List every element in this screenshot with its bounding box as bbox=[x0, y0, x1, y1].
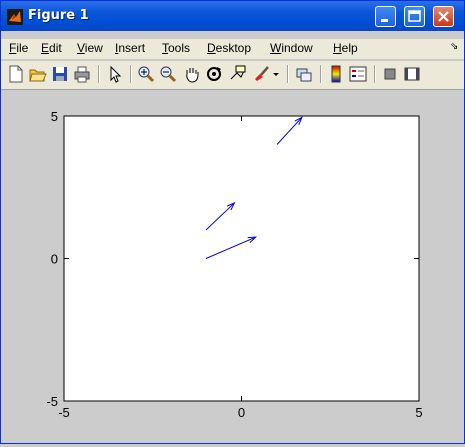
save-icon[interactable] bbox=[51, 65, 69, 83]
figure-canvas: -5 0 5 -5 0 5 bbox=[1, 91, 464, 443]
zoom-out-icon[interactable] bbox=[159, 65, 177, 83]
show-plot-tools-icon[interactable] bbox=[403, 65, 421, 83]
link-plot-icon[interactable] bbox=[295, 65, 313, 83]
edit-plot-icon[interactable] bbox=[106, 65, 124, 83]
x-tick-label: 0 bbox=[238, 405, 245, 420]
minimize-button[interactable] bbox=[375, 6, 396, 27]
y-tick-label: 5 bbox=[51, 109, 58, 124]
toolbar-separator bbox=[374, 65, 376, 83]
menu-file[interactable]: File bbox=[9, 41, 28, 55]
x-tick-label: -5 bbox=[58, 405, 70, 420]
new-figure-icon[interactable] bbox=[7, 65, 25, 83]
brush-dropdown-icon[interactable] bbox=[271, 65, 281, 83]
colorbar-icon[interactable] bbox=[327, 65, 345, 83]
matlab-logo-icon bbox=[7, 9, 23, 25]
maximize-icon bbox=[408, 10, 421, 22]
axes[interactable] bbox=[63, 115, 420, 402]
x-tick-label: 5 bbox=[415, 405, 422, 420]
data-cursor-icon[interactable] bbox=[229, 65, 247, 83]
toolbar-separator bbox=[287, 65, 289, 83]
menu-tools[interactable]: Tools bbox=[162, 41, 190, 55]
y-tick-label: -5 bbox=[46, 394, 58, 409]
menu-edit[interactable]: Edit bbox=[41, 41, 62, 55]
menu-view[interactable]: View bbox=[77, 41, 103, 55]
rotate-3d-icon[interactable] bbox=[205, 65, 223, 83]
quiver-plot: -5 0 5 -5 0 5 bbox=[46, 109, 422, 420]
close-button[interactable] bbox=[433, 6, 454, 27]
pan-icon[interactable] bbox=[183, 65, 201, 83]
menu-help[interactable]: Help bbox=[333, 41, 358, 55]
figure-toolbar bbox=[1, 61, 464, 90]
legend-icon[interactable] bbox=[349, 65, 367, 83]
minimize-icon bbox=[381, 19, 388, 22]
y-tick-label: 0 bbox=[51, 252, 58, 267]
toolbar-separator bbox=[98, 65, 100, 83]
toolbar-separator bbox=[130, 65, 132, 83]
menu-window[interactable]: Window bbox=[270, 41, 313, 55]
hide-plot-tools-icon[interactable] bbox=[381, 65, 399, 83]
close-icon bbox=[438, 11, 449, 22]
menu-overflow-icon[interactable]: ⇘ bbox=[450, 41, 458, 52]
zoom-in-icon[interactable] bbox=[137, 65, 155, 83]
print-icon[interactable] bbox=[73, 65, 91, 83]
brush-icon[interactable] bbox=[253, 65, 271, 83]
figure-window: Figure 1 File Edit View Insert Tools Des… bbox=[0, 0, 465, 444]
window-title: Figure 1 bbox=[28, 8, 89, 23]
menu-bar: File Edit View Insert Tools Desktop Wind… bbox=[1, 39, 464, 59]
menu-insert[interactable]: Insert bbox=[115, 41, 145, 55]
title-bar[interactable]: Figure 1 bbox=[1, 1, 464, 31]
maximize-button[interactable] bbox=[404, 6, 425, 27]
menu-desktop[interactable]: Desktop bbox=[207, 41, 251, 55]
toolbar-separator bbox=[320, 65, 322, 83]
open-icon[interactable] bbox=[29, 65, 47, 83]
